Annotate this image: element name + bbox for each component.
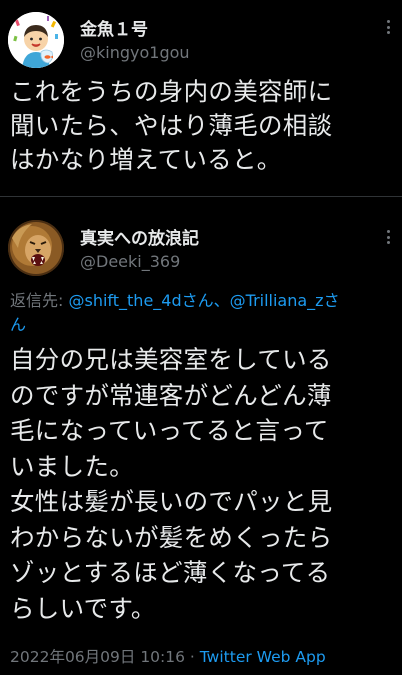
display-name[interactable]: 真実への放浪記 bbox=[80, 224, 199, 249]
replying-to: 返信先: @shift_the_4dさん、@Trilliana_zさ ん bbox=[10, 289, 400, 337]
mention-suffix: さん、 bbox=[181, 291, 230, 310]
lion-avatar-icon bbox=[8, 220, 64, 276]
tweet-text: これをうちの身内の美容師に 聞いたら、やはり薄毛の相談 はかなり増えていると。 bbox=[10, 77, 333, 174]
tweet-meta: 2022年06月09日 10:16 · Twitter Web App bbox=[10, 645, 326, 667]
timestamp[interactable]: 2022年06月09日 10:16 bbox=[10, 648, 185, 666]
avatar[interactable] bbox=[8, 12, 64, 68]
replying-prefix: 返信先: bbox=[10, 291, 69, 310]
display-name[interactable]: 金魚１号 bbox=[80, 15, 148, 40]
mention-link[interactable]: @shift_the_4d bbox=[68, 291, 181, 310]
avatar[interactable] bbox=[8, 220, 64, 276]
user-handle[interactable]: @Deeki_369 bbox=[80, 252, 180, 271]
user-handle[interactable]: @kingyo1gou bbox=[80, 43, 190, 62]
tweet-1[interactable]: 金魚１号 @kingyo1gou これをうちの身内の美容師に 聞いたら、やはり薄… bbox=[0, 0, 402, 196]
tweet-text: 自分の兄は美容室をしている のですが常連客がどんどん薄 毛になっていってると言っ… bbox=[10, 345, 333, 623]
meta-separator: · bbox=[185, 648, 200, 666]
source-app-link[interactable]: Twitter Web App bbox=[200, 648, 326, 666]
more-options-icon[interactable] bbox=[386, 20, 390, 34]
tweet-2[interactable]: 真実への放浪記 @Deeki_369 返信先: @shift_the_4dさん、… bbox=[0, 197, 402, 675]
mention-link[interactable]: @Trilliana_z bbox=[230, 291, 324, 310]
more-options-icon[interactable] bbox=[386, 230, 390, 244]
cartoon-boy-avatar-icon bbox=[8, 12, 64, 68]
